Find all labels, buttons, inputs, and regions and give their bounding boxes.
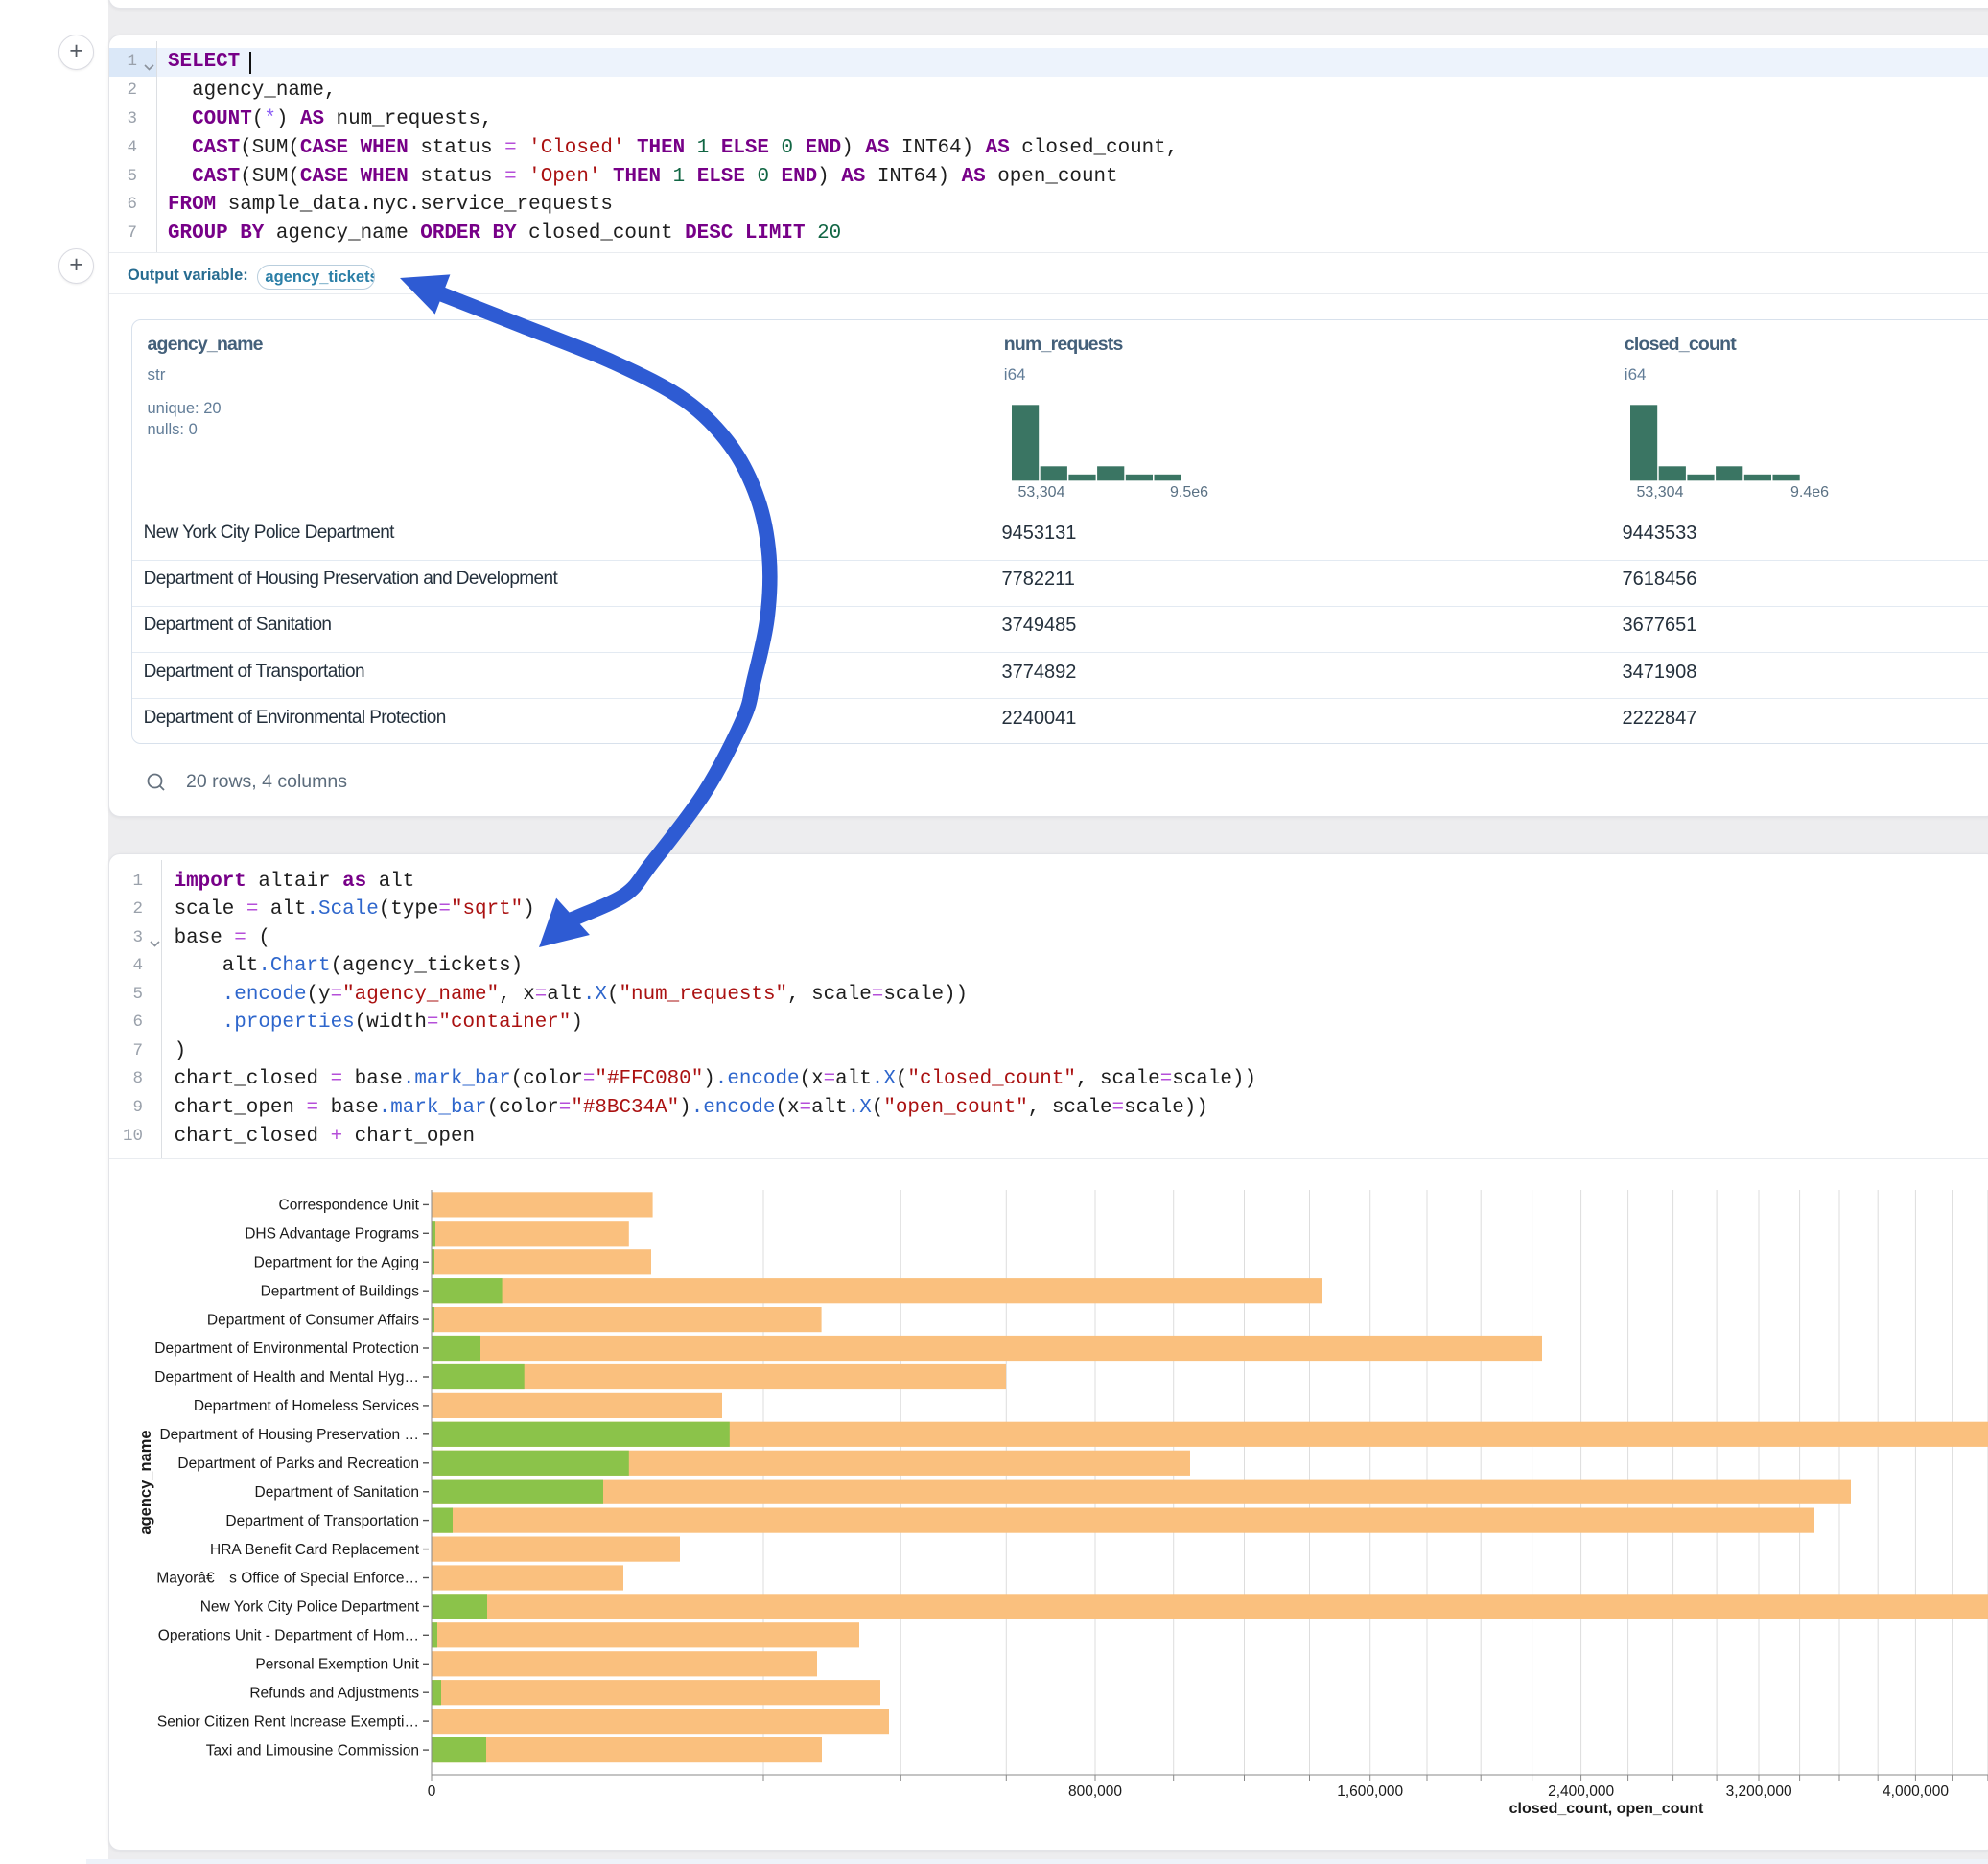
svg-text:Department of Transportation: Department of Transportation [225, 1513, 419, 1529]
svg-text:Department of Homeless Service: Department of Homeless Services [194, 1398, 419, 1414]
svg-text:New York City Police Departmen: New York City Police Department [200, 1599, 420, 1616]
svg-text:Department of Environmental Pr: Department of Environmental Protection [154, 1340, 419, 1357]
svg-text:DHS Advantage Programs: DHS Advantage Programs [245, 1226, 419, 1243]
svg-text:1,600,000: 1,600,000 [1337, 1783, 1403, 1800]
svg-text:Taxi and Limousine Commission: Taxi and Limousine Commission [206, 1742, 419, 1759]
svg-text:0: 0 [428, 1783, 436, 1800]
svg-text:800,000: 800,000 [1068, 1783, 1122, 1800]
svg-text:Department of Buildings: Department of Buildings [261, 1283, 420, 1299]
svg-text:Department of Housing Preserva: Department of Housing Preservation … [159, 1427, 419, 1443]
svg-text:3,200,000: 3,200,000 [1726, 1783, 1792, 1800]
svg-text:agency_name: agency_name [137, 1430, 154, 1534]
svg-text:HRA Benefit Card Replacement: HRA Benefit Card Replacement [210, 1542, 420, 1558]
svg-text:2,400,000: 2,400,000 [1548, 1783, 1614, 1800]
svg-text:Refunds and Adjustments: Refunds and Adjustments [249, 1685, 419, 1701]
svg-text:Department for the Aging: Department for the Aging [254, 1255, 419, 1271]
svg-text:Mayorâ€ s Office of Special E: Mayorâ€ s Office of Special Enforce… [156, 1571, 419, 1587]
svg-text:closed_count, open_count: closed_count, open_count [1509, 1801, 1704, 1817]
svg-text:Department of Health and Menta: Department of Health and Mental Hyg… [154, 1369, 419, 1386]
svg-text:Correspondence Unit: Correspondence Unit [279, 1198, 420, 1214]
svg-text:Department of Consumer Affairs: Department of Consumer Affairs [207, 1312, 419, 1328]
svg-text:Senior Citizen Rent Increase E: Senior Citizen Rent Increase Exempti… [157, 1713, 419, 1730]
svg-text:Department of Sanitation: Department of Sanitation [255, 1484, 419, 1501]
svg-text:Department of Parks and Recrea: Department of Parks and Recreation [177, 1456, 419, 1472]
svg-text:Operations Unit - Department o: Operations Unit - Department of Hom… [158, 1628, 419, 1644]
svg-text:4,000,000: 4,000,000 [1883, 1783, 1949, 1800]
svg-text:Personal Exemption Unit: Personal Exemption Unit [255, 1657, 419, 1673]
